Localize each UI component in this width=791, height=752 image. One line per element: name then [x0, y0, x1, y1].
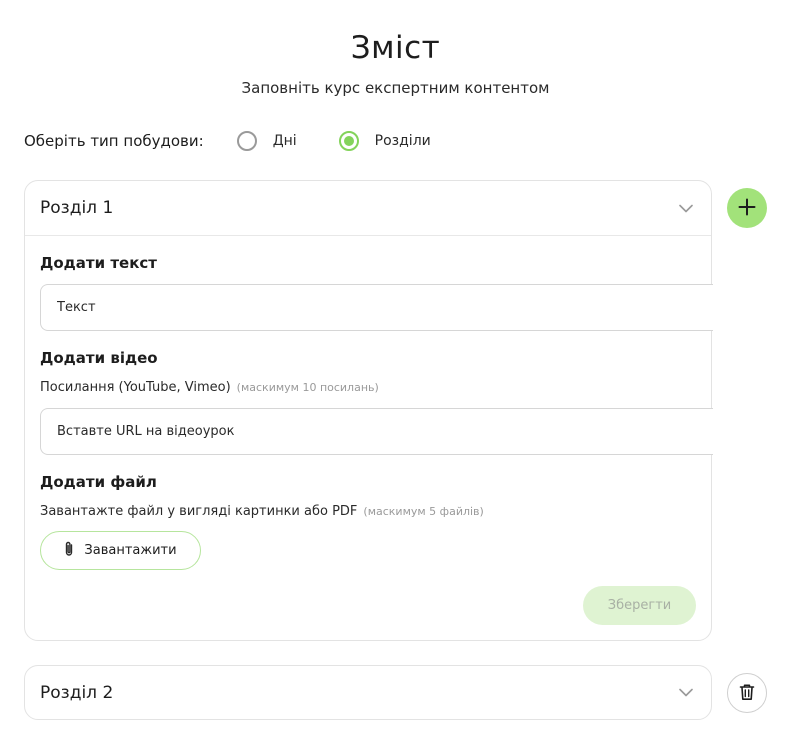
- trash-icon: [739, 683, 755, 704]
- add-text-label: Додати текст: [40, 254, 157, 272]
- upload-button[interactable]: Завантажити: [40, 531, 201, 570]
- chevron-down-icon[interactable]: [677, 199, 695, 217]
- section-2-header[interactable]: Розділ 2: [25, 666, 711, 719]
- radio-days-label: Дні: [272, 133, 297, 149]
- paperclip-icon: [64, 541, 74, 561]
- upload-button-label: Завантажити: [84, 543, 177, 558]
- build-type-selector: Оберіть тип побудови: Дні Розділи: [24, 129, 431, 153]
- radio-sections-circle[interactable]: [338, 131, 359, 151]
- add-section-button[interactable]: [727, 188, 767, 228]
- chevron-down-icon[interactable]: [677, 684, 695, 702]
- file-sublabel: Завантажте файл у вигляді картинки або P…: [40, 504, 484, 519]
- add-file-label: Додати файл: [40, 473, 157, 491]
- build-type-label: Оберіть тип побудови:: [24, 132, 204, 150]
- delete-section-button[interactable]: [727, 673, 767, 713]
- section-1-title: Розділ 1: [40, 198, 114, 218]
- section-2-card: Розділ 2: [24, 665, 712, 720]
- video-sublabel: Посилання (YouTube, Vimeo) (маскимум 10 п…: [40, 380, 379, 395]
- radio-days[interactable]: Дні: [236, 131, 297, 151]
- plus-icon: [738, 198, 756, 219]
- radio-days-circle[interactable]: [236, 131, 257, 151]
- video-sublabel-text: Посилання (YouTube, Vimeo): [40, 380, 231, 395]
- page-subtitle: Заповніть курс експертним контентом: [241, 79, 550, 97]
- file-hint: (маскимум 5 файлів): [363, 505, 484, 518]
- section-1-card: Розділ 1 Додати текст Додати відео Посил…: [24, 180, 713, 641]
- radio-sections[interactable]: Розділи: [338, 131, 431, 151]
- add-video-label: Додати відео: [40, 349, 158, 367]
- page-title: Зміст: [350, 30, 441, 66]
- file-sublabel-text: Завантажте файл у вигляді картинки або P…: [40, 504, 358, 519]
- video-url-input[interactable]: [40, 408, 713, 455]
- section-2-title: Розділ 2: [40, 682, 114, 703]
- radio-sections-label: Розділи: [374, 133, 431, 149]
- section-1-header[interactable]: Розділ 1: [25, 181, 711, 236]
- save-button[interactable]: Зберегти: [583, 586, 696, 625]
- video-hint: (маскимум 10 посилань): [236, 381, 379, 394]
- text-input[interactable]: [40, 284, 713, 331]
